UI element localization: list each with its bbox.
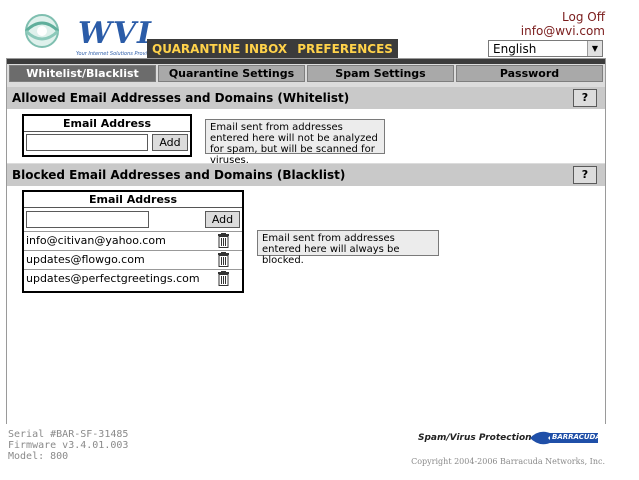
model-number: Model: 800: [8, 451, 69, 462]
logout-link[interactable]: Log Off: [521, 10, 605, 24]
blacklist-entry-text: updates@perfectgreetings.com: [26, 272, 200, 285]
trash-icon[interactable]: [217, 271, 230, 286]
logo-swirl-icon: [24, 14, 60, 48]
blacklist-section: Blocked Email Addresses and Domains (Bla…: [7, 164, 605, 186]
tab-preferences[interactable]: PREFERENCES: [292, 39, 398, 58]
wvi-logo: WVI Your Internet Solutions Provider: [12, 10, 155, 57]
whitelist-email-input[interactable]: [26, 134, 148, 151]
subtab-spam-settings[interactable]: Spam Settings: [307, 65, 454, 82]
blacklist-info-text: Email sent from addresses entered here w…: [257, 230, 439, 266]
barracuda-logo: BARRACUDA: [528, 428, 601, 448]
subtab-quarantine-settings[interactable]: Quarantine Settings: [158, 65, 305, 82]
logo-text: WVI: [78, 16, 153, 51]
blacklist-content: Email Address Add info@citivan@yahoo.com…: [7, 186, 605, 424]
whitelist-content: Email Address Add Email sent from addres…: [7, 109, 605, 166]
serial-number: Serial #BAR-SF-31485: [8, 429, 129, 440]
list-item: updates@flowgo.com: [24, 250, 242, 269]
blacklist-entry-text: updates@flowgo.com: [26, 253, 145, 266]
account-links: Log Off info@wvi.com: [521, 10, 605, 38]
tab-quarantine-inbox[interactable]: QUARANTINE INBOX: [147, 39, 293, 58]
trash-icon[interactable]: [217, 233, 230, 248]
trash-icon[interactable]: [217, 252, 230, 267]
whitelist-column-header: Email Address: [24, 116, 190, 132]
blacklist-form: Email Address Add info@citivan@yahoo.com…: [22, 190, 244, 293]
firmware-version: Firmware v3.4.01.003: [8, 440, 129, 451]
language-selected-value: English: [493, 42, 537, 56]
list-item: updates@perfectgreetings.com: [24, 269, 242, 288]
logo-tagline: Your Internet Solutions Provider: [76, 51, 156, 57]
whitelist-title: Allowed Email Addresses and Domains (Whi…: [12, 91, 350, 105]
subtab-bar: Whitelist/Blacklist Quarantine Settings …: [9, 65, 603, 82]
blacklist-add-button[interactable]: Add: [205, 211, 240, 228]
preferences-panel: Whitelist/Blacklist Quarantine Settings …: [6, 58, 606, 424]
whitelist-help-button[interactable]: ?: [573, 89, 597, 107]
whitelist-form: Email Address Add: [22, 114, 192, 157]
whitelist-info-text: Email sent from addresses entered here w…: [205, 119, 385, 166]
blacklist-column-header: Email Address: [24, 192, 242, 208]
list-item: info@citivan@yahoo.com: [24, 231, 242, 250]
barracuda-brand: BARRACUDA: [552, 433, 601, 441]
main-nav: QUARANTINE INBOX PREFERENCES: [147, 39, 398, 58]
whitelist-add-button[interactable]: Add: [152, 134, 188, 151]
user-email-link[interactable]: info@wvi.com: [521, 24, 605, 38]
whitelist-header: Allowed Email Addresses and Domains (Whi…: [7, 87, 605, 109]
blacklist-header: Blocked Email Addresses and Domains (Bla…: [7, 164, 605, 186]
blacklist-help-button[interactable]: ?: [573, 166, 597, 184]
subtab-whitelist-blacklist[interactable]: Whitelist/Blacklist: [9, 65, 156, 82]
panel-top-bar: [7, 59, 605, 64]
blacklist-title: Blocked Email Addresses and Domains (Bla…: [12, 168, 346, 182]
language-select[interactable]: English ▼: [488, 40, 603, 57]
blacklist-entry-text: info@citivan@yahoo.com: [26, 234, 166, 247]
chevron-down-icon[interactable]: ▼: [587, 41, 602, 56]
whitelist-section: Allowed Email Addresses and Domains (Whi…: [7, 87, 605, 109]
device-info: Serial #BAR-SF-31485 Firmware v3.4.01.00…: [8, 429, 128, 462]
copyright-text: Copyright 2004-2006 Barracuda Networks, …: [411, 457, 605, 466]
blacklist-email-input[interactable]: [26, 211, 149, 228]
subtab-password[interactable]: Password: [456, 65, 603, 82]
